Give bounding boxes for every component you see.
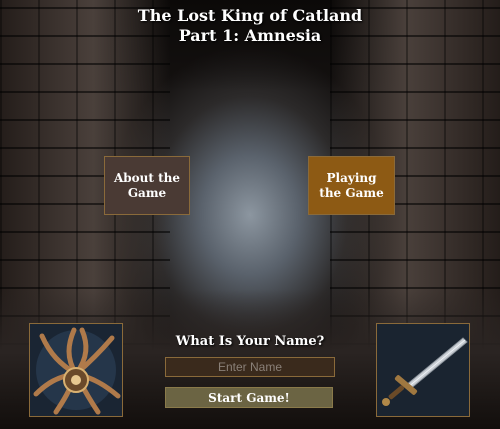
name-prompt: What Is Your Name? (175, 334, 325, 349)
start-game-button[interactable]: Start Game! (165, 387, 333, 408)
sword-icon (376, 323, 470, 417)
dungeon-corridor-background: The Lost King of Catland Part 1: Amnesia… (0, 0, 500, 429)
name-input[interactable] (165, 357, 335, 377)
playing-game-label: Playing the Game (319, 170, 384, 200)
game-title: The Lost King of Catland Part 1: Amnesia (0, 6, 500, 46)
about-game-label: About the Game (113, 170, 181, 200)
title-line-1: The Lost King of Catland (137, 6, 363, 25)
playing-game-button[interactable]: Playing the Game (308, 156, 395, 215)
tentacle-artifact-icon (29, 323, 123, 417)
about-game-button[interactable]: About the Game (104, 156, 190, 215)
title-line-2: Part 1: Amnesia (178, 26, 322, 45)
